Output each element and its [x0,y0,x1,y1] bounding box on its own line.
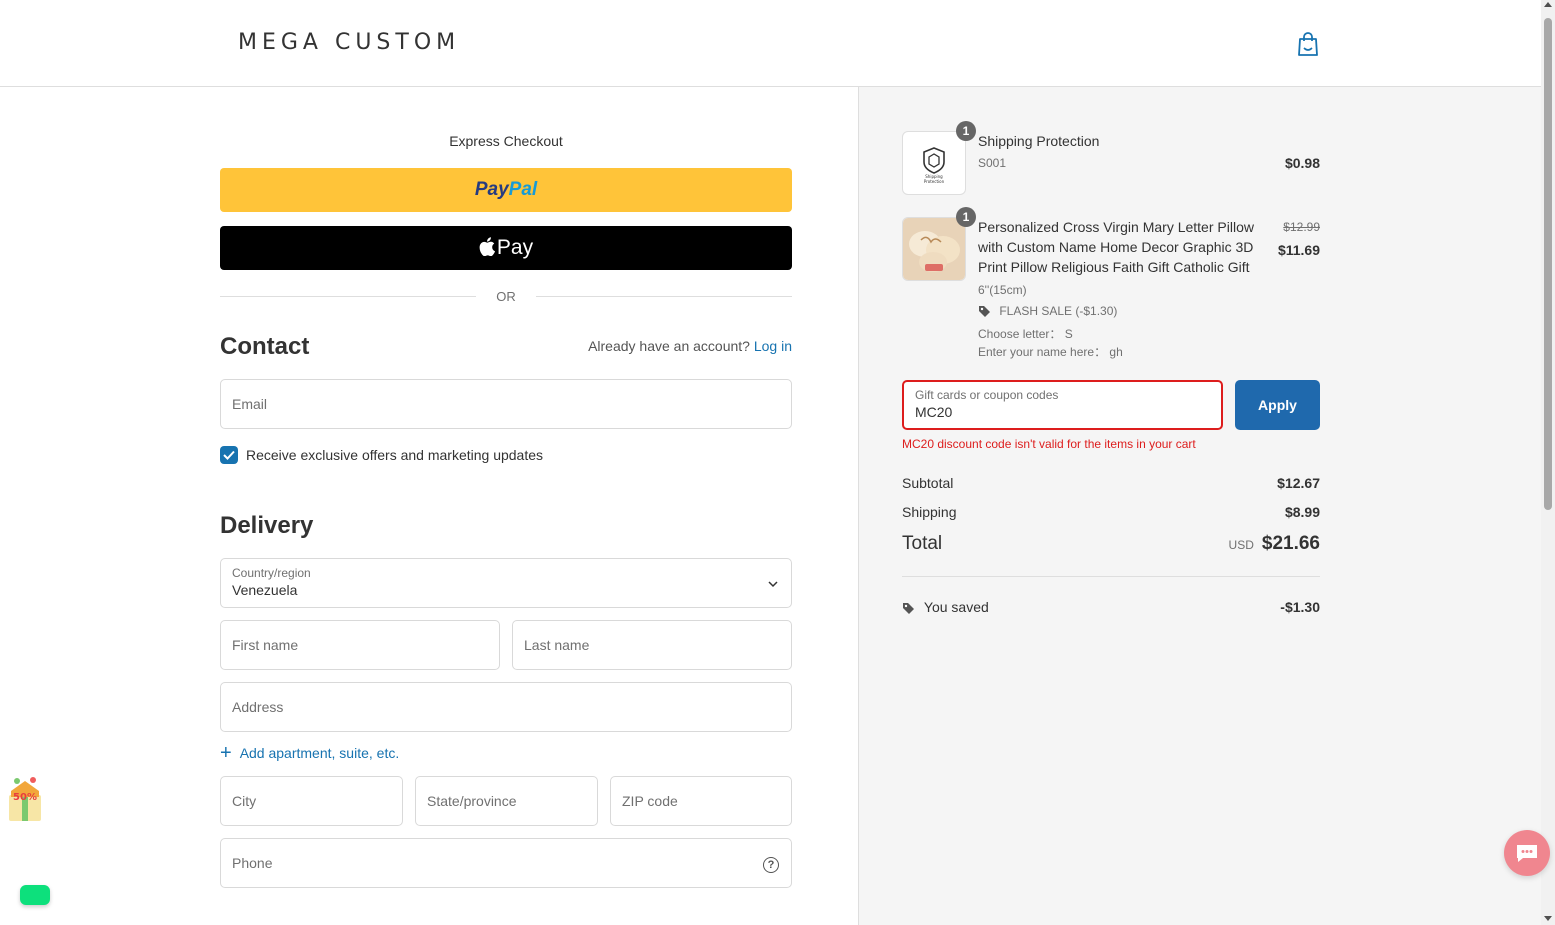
login-link[interactable]: Log in [754,338,792,354]
page-scrollbar[interactable] [1541,0,1555,925]
apple-pay-button[interactable]: Pay [220,226,792,270]
coupon-error-message: MC20 discount code isn't valid for the i… [902,437,1196,451]
quantity-badge: 1 [956,121,976,141]
tag-icon [979,306,990,318]
product-thumbnail-pillow [902,217,966,281]
item-discount: FLASH SALE (-$1.30) [978,303,1117,319]
chevron-down-icon [768,581,778,588]
scroll-thumb[interactable] [1544,18,1552,510]
marketing-checkbox[interactable] [220,446,238,464]
discount-gift-widget[interactable]: 50% [3,775,47,823]
shipping-row: Shipping $8.99 [902,504,1320,520]
coupon-label: Gift cards or coupon codes [915,388,1059,402]
last-name-field[interactable]: Last name [512,620,792,670]
svg-text:50%: 50% [13,792,37,803]
apple-pay-label: Pay [496,236,534,259]
currency-code: USD [1228,538,1254,552]
store-logo[interactable]: MEGA CUSTOM [238,30,460,55]
item-variant: 6''(15cm) [978,283,1027,297]
item-option-name: Enter your name here： gh [978,345,1123,359]
coupon-value: MC20 [915,404,953,420]
header: MEGA CUSTOM [0,0,1541,87]
paypal-logo: PayPal [474,179,538,200]
zip-field[interactable]: ZIP code [610,776,792,826]
or-divider: OR [220,288,792,306]
green-widget-button[interactable] [20,885,50,905]
contact-heading: Contact [220,333,310,360]
plus-icon: + [220,742,232,764]
email-field[interactable]: Email [220,379,792,429]
address-field[interactable]: Address [220,682,792,732]
scroll-up-arrow-icon[interactable] [1544,2,1552,7]
item-option-letter: Choose letter： S [978,327,1073,341]
checkmark-icon [223,450,235,460]
phone-field[interactable]: Phone ? [220,838,792,888]
tag-icon [903,602,914,614]
item-sku: S001 [978,156,1007,170]
pillow-image [903,218,965,280]
paypal-button[interactable]: PayPal [220,168,792,212]
help-icon[interactable]: ? [763,857,779,873]
item-title-line-2: with Custom Name Home Decor Graphic 3D [978,239,1254,255]
marketing-opt-in[interactable]: Receive exclusive offers and marketing u… [220,446,543,464]
product-thumbnail-shipping-protection: Shipping Protection [902,131,966,195]
state-field[interactable]: State/province [415,776,598,826]
savings-row: You saved -$1.30 [902,599,1320,615]
delivery-heading: Delivery [220,512,314,539]
item-title-line-1: Personalized Cross Virgin Mary Letter Pi… [978,219,1254,235]
subtotal-row: Subtotal $12.67 [902,475,1320,491]
first-name-field[interactable]: First name [220,620,500,670]
country-value: Venezuela [232,582,298,598]
marketing-label: Receive exclusive offers and marketing u… [246,447,544,463]
country-label: Country/region [232,566,311,580]
summary-divider [902,576,1320,577]
shopping-bag-icon[interactable] [1296,31,1320,57]
item-original-price: $12.99 [1283,220,1320,234]
total-row: Total USD $21.66 [902,533,1320,554]
apply-coupon-button[interactable]: Apply [1235,380,1320,430]
coupon-code-input[interactable]: Gift cards or coupon codes MC20 [902,380,1223,430]
country-select[interactable]: Country/region Venezuela [220,558,792,608]
svg-text:Protection: Protection [924,179,945,184]
item-price: $0.98 [1284,155,1320,171]
add-apartment-link[interactable]: + Add apartment, suite, etc. [220,742,399,764]
total-amount: $21.66 [1261,533,1320,554]
chat-bubble-icon[interactable] [1504,830,1550,876]
item-price: $11.69 [1277,242,1320,258]
quantity-badge: 1 [956,207,976,227]
item-title-line-3: Print Pillow Religious Faith Gift Cathol… [978,259,1250,275]
item-title: Shipping Protection [978,133,1100,149]
city-field[interactable]: City [220,776,403,826]
email-placeholder: Email [232,396,268,412]
scroll-down-arrow-icon[interactable] [1544,916,1552,921]
gift-box-icon: 50% [9,777,41,821]
shield-box-icon: Shipping Protection [923,147,945,184]
account-prompt: Already have an account? Log in [588,338,792,354]
express-checkout-title: Express Checkout [449,133,563,149]
apple-logo-icon [479,237,495,256]
